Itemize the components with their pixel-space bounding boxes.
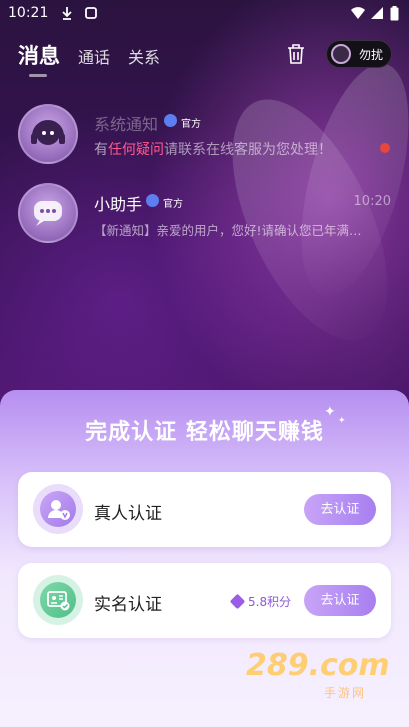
chat-name: 系统通知 [94, 115, 159, 134]
chat-time: 10:20 [353, 194, 391, 209]
tab-relations[interactable]: 关系 [128, 44, 160, 68]
trash-icon[interactable] [286, 43, 306, 65]
chat-preview-suffix: 请联系在线客服为您处理！ [164, 142, 332, 158]
notification-icon [85, 7, 97, 19]
toggle-knob [331, 44, 351, 64]
gem-icon [229, 593, 246, 610]
headset-icon [31, 120, 65, 145]
official-badge: 官方 [181, 119, 201, 130]
reward-points: 5.8积分 [229, 593, 292, 610]
tab-calls[interactable]: 通话 [78, 44, 110, 68]
official-badge: 官方 [163, 199, 183, 210]
chat-item-system[interactable]: 系统通知 官方 有任何疑问请联系在线客服为您处理！ [0, 100, 409, 172]
icon-ring [33, 484, 83, 534]
card-label: 真人认证 [94, 504, 162, 524]
real-name-verification-card[interactable]: 实名认证 5.8积分 去认证 [18, 563, 391, 638]
chat-bubble-icon [34, 201, 62, 226]
id-card-icon [40, 582, 76, 618]
tab-messages[interactable]: 消息 [18, 40, 60, 70]
card-label: 实名认证 [94, 595, 162, 615]
chat-name: 小助手 [94, 195, 143, 214]
sparkle-icon: ✦ [324, 404, 336, 420]
verified-icon [146, 194, 159, 207]
chat-preview: 【新通知】亲爱的用户，您好!请确认您已年满… [94, 223, 362, 238]
sheet-title: 完成认证 轻松聊天赚钱 [85, 420, 324, 445]
dnd-label: 勿扰 [359, 48, 384, 62]
status-bar: 10:21 [0, 0, 409, 28]
unread-dot [380, 143, 390, 153]
verified-icon [164, 114, 177, 127]
watermark-text: 289.com [246, 648, 390, 683]
real-person-verification-card[interactable]: 真人认证 去认证 [18, 472, 391, 547]
active-tab-indicator [29, 74, 47, 77]
chat-preview-prefix: 有 [94, 142, 108, 158]
chat-preview: 有任何疑问请联系在线客服为您处理！ [94, 139, 379, 159]
chat-item-assistant[interactable]: 小助手 官方 10:20 【新通知】亲爱的用户，您好!请确认您已年满… [0, 180, 409, 252]
status-time: 10:21 [8, 5, 49, 21]
do-not-disturb-toggle[interactable]: 勿扰 [326, 40, 392, 68]
person-verify-icon [40, 491, 76, 527]
download-icon [62, 7, 72, 20]
icon-ring [33, 575, 83, 625]
chat-preview-highlight: 任何疑问 [108, 142, 164, 158]
avatar [18, 183, 78, 243]
sparkle-icon: ✦ [338, 416, 346, 426]
watermark-logo: 289.com 手游网 [246, 648, 396, 700]
reward-label: 5.8积分 [248, 595, 292, 609]
wifi-icon [351, 7, 365, 19]
verify-real-person-button[interactable]: 去认证 [304, 494, 376, 525]
verify-real-name-button[interactable]: 去认证 [304, 585, 376, 616]
avatar [18, 104, 78, 164]
watermark-subtext: 手游网 [324, 686, 367, 700]
signal-icon [371, 7, 383, 19]
battery-icon [390, 6, 399, 21]
